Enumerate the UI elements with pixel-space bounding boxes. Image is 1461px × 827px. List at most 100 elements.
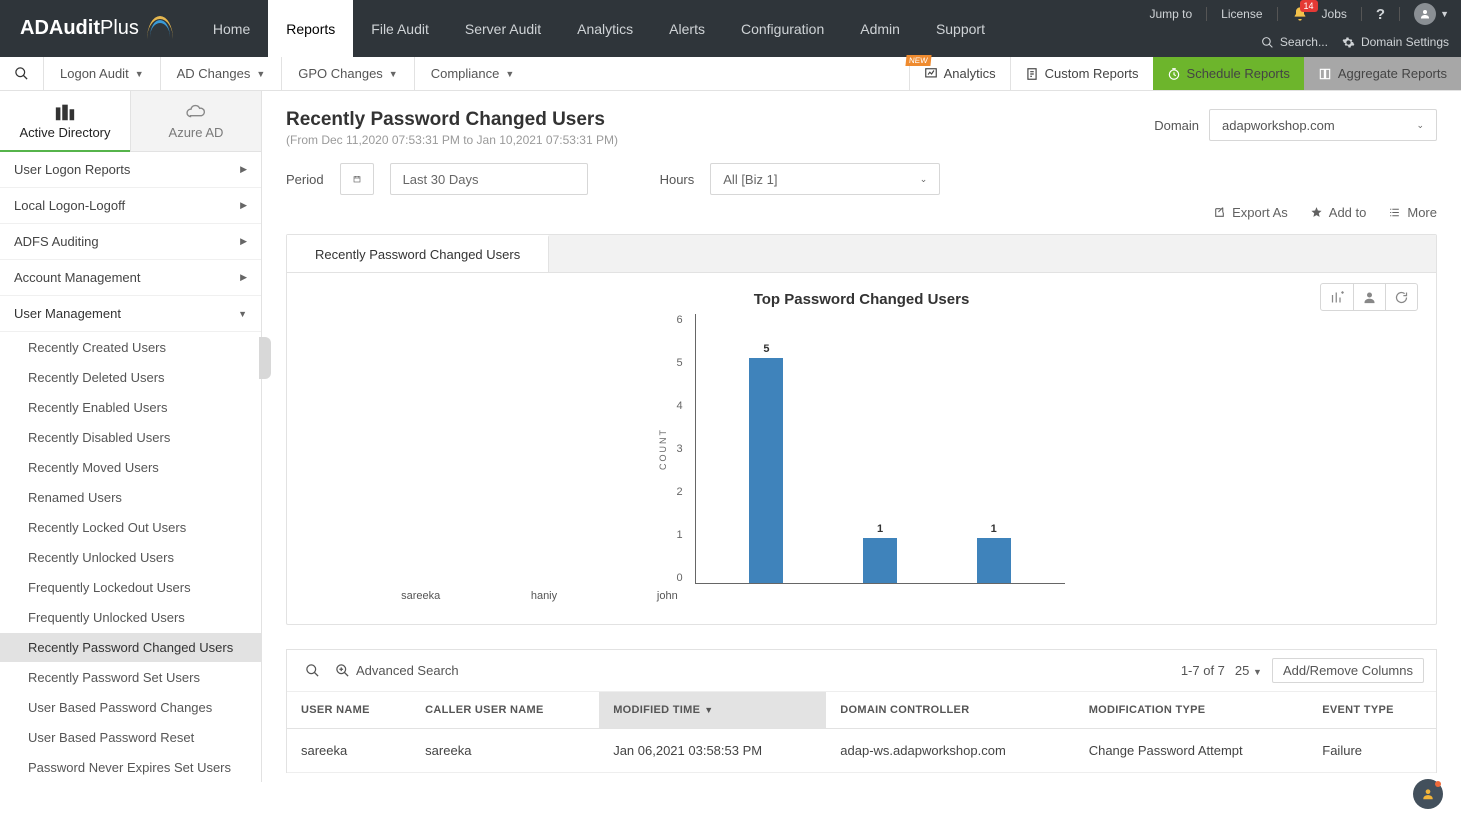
sidebar-category[interactable]: Account Management▶ <box>0 260 261 296</box>
sidebar-item[interactable]: Recently Locked Out Users <box>0 512 261 542</box>
license-link[interactable]: License <box>1221 7 1262 21</box>
aggregate-icon <box>1318 67 1332 81</box>
period-label: Period <box>286 172 324 187</box>
analytics-icon <box>924 67 938 81</box>
sidebar: Active Directory Azure AD User Logon Rep… <box>0 91 262 782</box>
sidebar-collapse-handle[interactable] <box>259 337 271 379</box>
nav-home[interactable]: Home <box>195 0 268 57</box>
nav-admin[interactable]: Admin <box>842 0 918 57</box>
new-badge: NEW <box>905 55 931 66</box>
sidebar-category[interactable]: ADFS Auditing▶ <box>0 224 261 260</box>
period-select[interactable]: Last 30 Days <box>390 163 588 195</box>
advanced-search-button[interactable]: Advanced Search <box>335 663 459 678</box>
user-avatar-icon <box>1414 3 1436 25</box>
sidebar-item[interactable]: Recently Unlocked Users <box>0 542 261 572</box>
top-utilities: Jump to License 14 Jobs ? ▼ Search... <box>1137 0 1461 57</box>
sidebar-item[interactable]: User Based Password Reset <box>0 722 261 752</box>
table-header[interactable]: MODIFIED TIME▼ <box>599 692 826 729</box>
quick-search-icon[interactable] <box>0 57 44 90</box>
chart-plot: 511 <box>695 314 1065 584</box>
user-menu[interactable]: ▼ <box>1414 3 1449 25</box>
tab-azure-ad[interactable]: Azure AD <box>130 91 261 152</box>
chart-bar[interactable]: 1 <box>957 523 1031 583</box>
sidebar-item[interactable]: Frequently Unlocked Users <box>0 602 261 632</box>
table-header[interactable]: DOMAIN CONTROLLER <box>826 692 1074 729</box>
sidebar-item[interactable]: Renamed Users <box>0 482 261 512</box>
table-header[interactable]: CALLER USER NAME <box>411 692 599 729</box>
table-header[interactable]: USER NAME <box>287 692 411 729</box>
sidebar-item[interactable]: Recently Enabled Users <box>0 392 261 422</box>
help-link[interactable]: ? <box>1376 6 1385 23</box>
results-table: USER NAMECALLER USER NAMEMODIFIED TIME▼D… <box>287 692 1436 773</box>
sidebar-category[interactable]: User Logon Reports▶ <box>0 152 261 188</box>
hours-select[interactable]: All [Biz 1] ⌄ <box>710 163 940 195</box>
chart-user-icon[interactable] <box>1353 284 1385 310</box>
custom-reports-button[interactable]: Custom Reports <box>1010 57 1153 90</box>
chart-bar[interactable]: 1 <box>843 523 917 583</box>
chart-add-icon[interactable] <box>1321 284 1353 310</box>
sidebar-item[interactable]: Recently Password Set Users <box>0 662 261 692</box>
content: Recently Password Changed Users (From De… <box>262 91 1461 782</box>
schedule-reports-button[interactable]: Schedule Reports <box>1153 57 1304 90</box>
dd-logon-audit[interactable]: Logon Audit▼ <box>44 57 161 90</box>
rows-per-page[interactable]: 25 ▼ <box>1235 663 1262 678</box>
chart-refresh-icon[interactable] <box>1385 284 1417 310</box>
sidebar-item[interactable]: Recently Created Users <box>0 332 261 362</box>
report-toolbar: Export As Add to More <box>286 205 1437 220</box>
sidebar-item[interactable]: Recently Moved Users <box>0 452 261 482</box>
nav-support[interactable]: Support <box>918 0 1003 57</box>
nav-file-audit[interactable]: File Audit <box>353 0 447 57</box>
nav-server-audit[interactable]: Server Audit <box>447 0 559 57</box>
jump-to-link[interactable]: Jump to <box>1149 7 1192 21</box>
more-button[interactable]: More <box>1388 205 1437 220</box>
analytics-button[interactable]: NEW Analytics <box>909 57 1010 90</box>
sidebar-item[interactable]: Password Never Expires Set Users <box>0 752 261 782</box>
list-icon <box>1388 206 1401 219</box>
sidebar-category[interactable]: Local Logon-Logoff▶ <box>0 188 261 224</box>
chart-title: Top Password Changed Users <box>307 291 1416 308</box>
domain-label: Domain <box>1154 118 1199 133</box>
global-search[interactable]: Search... <box>1261 35 1328 49</box>
dd-compliance[interactable]: Compliance▼ <box>415 57 531 90</box>
row-count: 1-7 of 7 <box>1181 663 1225 678</box>
report-icon <box>1025 67 1039 81</box>
sidebar-item[interactable]: Recently Disabled Users <box>0 422 261 452</box>
domain-settings[interactable]: Domain Settings <box>1342 35 1449 49</box>
search-icon <box>1261 36 1274 49</box>
floating-support-icon[interactable] <box>1413 779 1443 809</box>
export-as-button[interactable]: Export As <box>1213 205 1288 220</box>
sidebar-item[interactable]: Frequently Lockedout Users <box>0 572 261 602</box>
tab-active-directory[interactable]: Active Directory <box>0 91 130 152</box>
page-title: Recently Password Changed Users <box>286 109 618 131</box>
nav-alerts[interactable]: Alerts <box>651 0 723 57</box>
source-tabs: Active Directory Azure AD <box>0 91 261 152</box>
nav-configuration[interactable]: Configuration <box>723 0 842 57</box>
table-search-icon[interactable] <box>299 659 325 683</box>
chart-bar[interactable]: 5 <box>729 343 803 583</box>
sidebar-item[interactable]: Recently Deleted Users <box>0 362 261 392</box>
app-logo: ADAudit Plus <box>0 0 195 57</box>
dd-ad-changes[interactable]: AD Changes▼ <box>161 57 283 90</box>
sidebar-item[interactable]: Recently Password Changed Users <box>0 632 261 662</box>
domain-select[interactable]: adapworkshop.com ⌄ <box>1209 109 1437 141</box>
table-header[interactable]: EVENT TYPE <box>1308 692 1436 729</box>
aggregate-reports-button[interactable]: Aggregate Reports <box>1304 57 1461 90</box>
panel-tab[interactable]: Recently Password Changed Users <box>287 235 549 272</box>
table-header[interactable]: MODIFICATION TYPE <box>1075 692 1309 729</box>
notif-count-badge: 14 <box>1300 0 1318 12</box>
dd-gpo-changes[interactable]: GPO Changes▼ <box>282 57 414 90</box>
star-icon <box>1310 206 1323 219</box>
add-to-button[interactable]: Add to <box>1310 205 1367 220</box>
notifications-bell-icon[interactable]: 14 <box>1292 6 1308 22</box>
main-nav: Home Reports File Audit Server Audit Ana… <box>195 0 1138 57</box>
add-remove-columns-button[interactable]: Add/Remove Columns <box>1272 658 1424 683</box>
jobs-link[interactable]: Jobs <box>1322 7 1347 21</box>
sidebar-item[interactable]: User Based Password Changes <box>0 692 261 722</box>
period-calendar-button[interactable] <box>340 163 374 195</box>
table-row[interactable]: sareekasareekaJan 06,2021 03:58:53 PMada… <box>287 729 1436 773</box>
nav-analytics[interactable]: Analytics <box>559 0 651 57</box>
data-table-panel: Advanced Search 1-7 of 7 25 ▼ Add/Remove… <box>286 649 1437 773</box>
sidebar-category[interactable]: User Management▼ <box>0 296 261 332</box>
export-icon <box>1213 206 1226 219</box>
nav-reports[interactable]: Reports <box>268 0 353 57</box>
